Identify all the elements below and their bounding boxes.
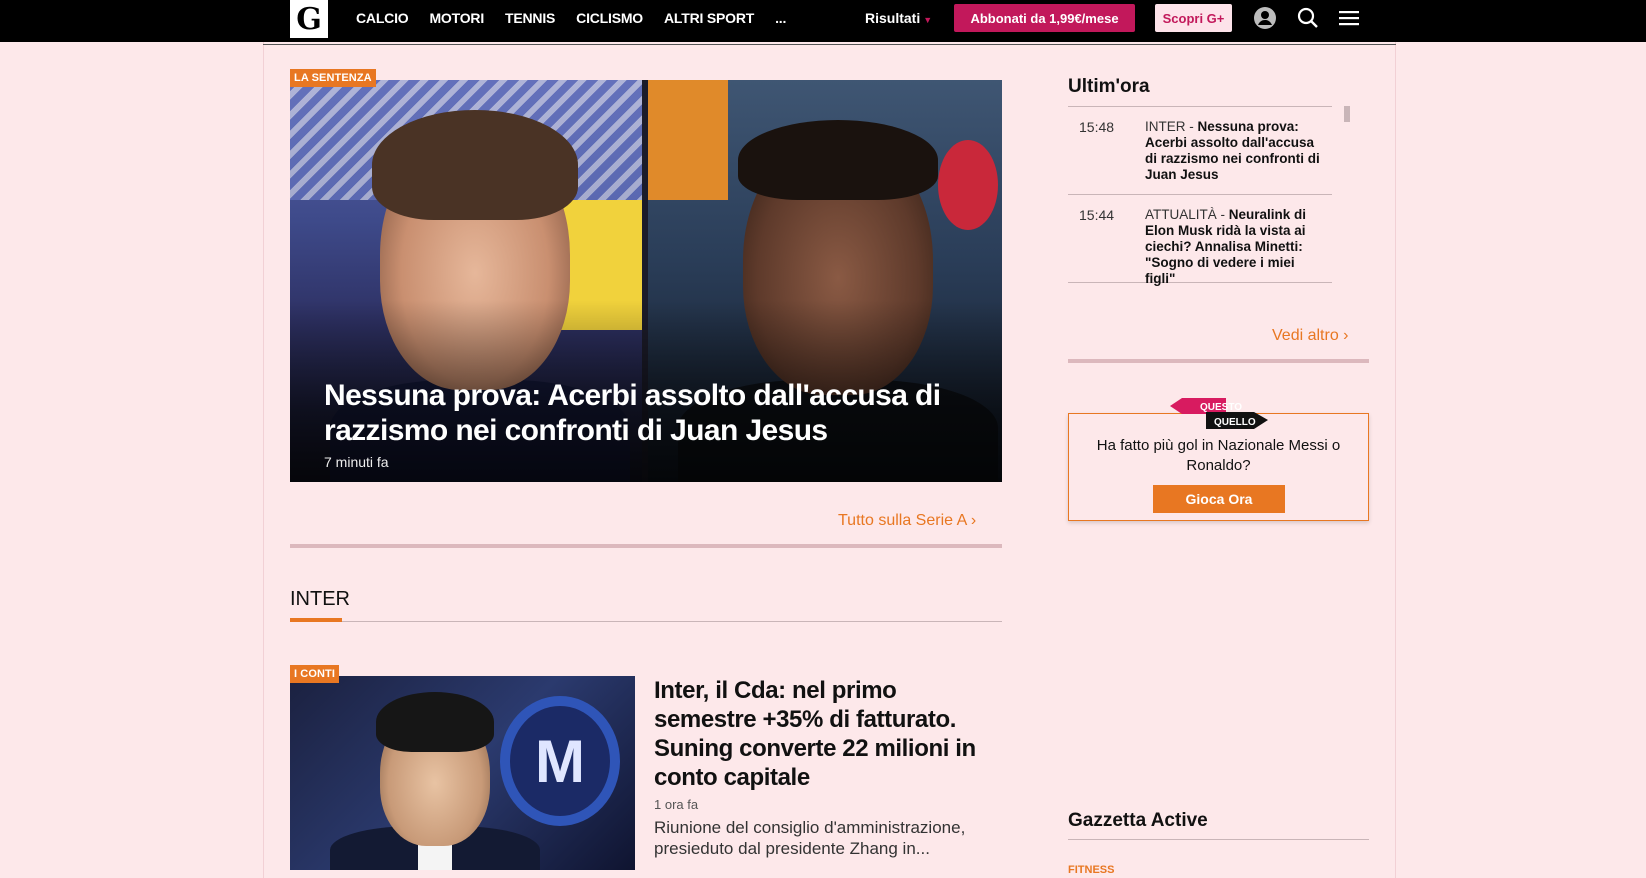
nav-item-more[interactable]: ...	[775, 10, 786, 26]
active-category[interactable]: FITNESS	[1068, 864, 1114, 876]
serie-a-link-label: Tutto sulla Serie A	[838, 512, 967, 529]
news-category: INTER -	[1145, 119, 1198, 134]
gazzetta-logo[interactable]: G	[290, 0, 328, 38]
news-text[interactable]: ATTUALITÀ - Neuralink di Elon Musk ridà …	[1145, 207, 1325, 286]
quiz-logo-top: QUESTO	[1200, 402, 1242, 413]
section-accent	[290, 618, 342, 622]
serie-a-link[interactable]: Tutto sulla Serie A ›	[838, 512, 976, 530]
nav-item-calcio[interactable]: CALCIO	[356, 10, 409, 26]
news-time: 15:48	[1079, 119, 1115, 135]
menu-icon[interactable]	[1336, 5, 1362, 31]
quiz-question: Ha fatto più gol in Nazionale Messi o Ro…	[1096, 437, 1341, 474]
chevron-right-icon: ›	[970, 512, 977, 529]
news-time: 15:44	[1079, 207, 1115, 223]
results-dropdown[interactable]: Risultati ▼	[865, 10, 932, 26]
hero-image[interactable]: Nessuna prova: Acerbi assolto dall'accus…	[290, 80, 1002, 482]
breaking-news-list: 15:48 INTER - Nessuna prova: Acerbi asso…	[1068, 106, 1332, 286]
chevron-down-icon: ▼	[923, 15, 933, 25]
search-icon[interactable]	[1295, 5, 1321, 31]
questo-quello-logo: QUESTO QUELLO	[1170, 398, 1268, 429]
user-icon[interactable]	[1252, 5, 1278, 31]
article-timestamp: 1 ora fa	[654, 797, 699, 812]
play-now-button[interactable]: Gioca Ora	[1153, 485, 1285, 513]
divider	[290, 544, 1002, 548]
news-text[interactable]: INTER - Nessuna prova: Acerbi assolto da…	[1145, 119, 1325, 184]
article-headline[interactable]: Inter, il Cda: nel primo semestre +35% d…	[654, 676, 994, 792]
results-label: Risultati	[865, 10, 921, 26]
see-more-label: Vedi altro	[1272, 327, 1339, 344]
nav-item-ciclismo[interactable]: CICLISMO	[576, 10, 643, 26]
main-nav: CALCIO MOTORI TENNIS CICLISMO ALTRI SPOR…	[356, 0, 807, 36]
article-image[interactable]	[290, 676, 635, 870]
nav-item-tennis[interactable]: TENNIS	[505, 10, 555, 26]
list-item[interactable]: 15:44 ATTUALITÀ - Neuralink di Elon Musk…	[1068, 195, 1332, 286]
section-divider	[290, 621, 1002, 622]
gazzetta-active-title[interactable]: Gazzetta Active	[1068, 810, 1208, 832]
article-summary[interactable]: Riunione del consiglio d'amministrazione…	[654, 817, 994, 859]
breaking-news-title: Ultim'ora	[1068, 76, 1150, 97]
hero-timestamp: 7 minuti fa	[324, 454, 389, 470]
divider	[1068, 359, 1369, 363]
divider	[1068, 839, 1369, 840]
hero-headline[interactable]: Nessuna prova: Acerbi assolto dall'accus…	[324, 378, 964, 448]
divider	[263, 44, 1396, 45]
nav-item-motori[interactable]: MOTORI	[429, 10, 484, 26]
top-navbar: G CALCIO MOTORI TENNIS CICLISMO ALTRI SP…	[0, 0, 1646, 42]
scrollbar-thumb[interactable]	[1344, 106, 1350, 122]
article-tag: I CONTI	[290, 665, 340, 683]
section-title[interactable]: INTER	[290, 588, 350, 611]
quiz-logo-bottom: QUELLO	[1214, 417, 1256, 428]
nav-item-altri-sport[interactable]: ALTRI SPORT	[664, 10, 754, 26]
discover-gplus-button[interactable]: Scopri G+	[1155, 4, 1232, 32]
list-item[interactable]: 15:48 INTER - Nessuna prova: Acerbi asso…	[1068, 107, 1332, 195]
news-category: ATTUALITÀ -	[1145, 207, 1229, 222]
hero-tag: LA SENTENZA	[290, 69, 376, 87]
subscribe-button[interactable]: Abbonati da 1,99€/mese	[954, 4, 1135, 32]
see-more-link[interactable]: Vedi altro ›	[1272, 327, 1349, 345]
chevron-right-icon: ›	[1343, 327, 1349, 344]
